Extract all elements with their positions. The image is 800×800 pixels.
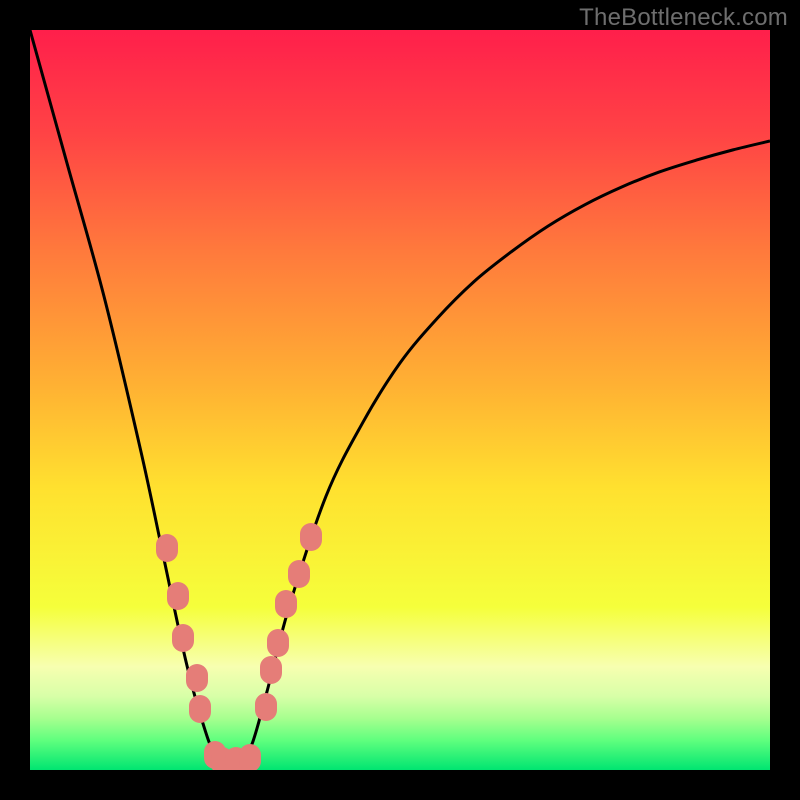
curve-marker	[189, 695, 211, 723]
curve-marker	[239, 744, 261, 770]
curve-marker	[275, 590, 297, 618]
watermark-text: TheBottleneck.com	[579, 4, 788, 32]
curve-marker	[267, 629, 289, 657]
curve-marker	[167, 582, 189, 610]
curve-marker	[186, 664, 208, 692]
curve-layer	[30, 30, 770, 770]
bottleneck-curve	[30, 30, 770, 762]
plot-area	[30, 30, 770, 770]
curve-marker	[288, 560, 310, 588]
curve-marker	[300, 523, 322, 551]
curve-marker	[255, 693, 277, 721]
curve-marker	[156, 534, 178, 562]
curve-marker	[260, 656, 282, 684]
chart-frame: TheBottleneck.com	[0, 0, 800, 800]
curve-marker	[172, 624, 194, 652]
